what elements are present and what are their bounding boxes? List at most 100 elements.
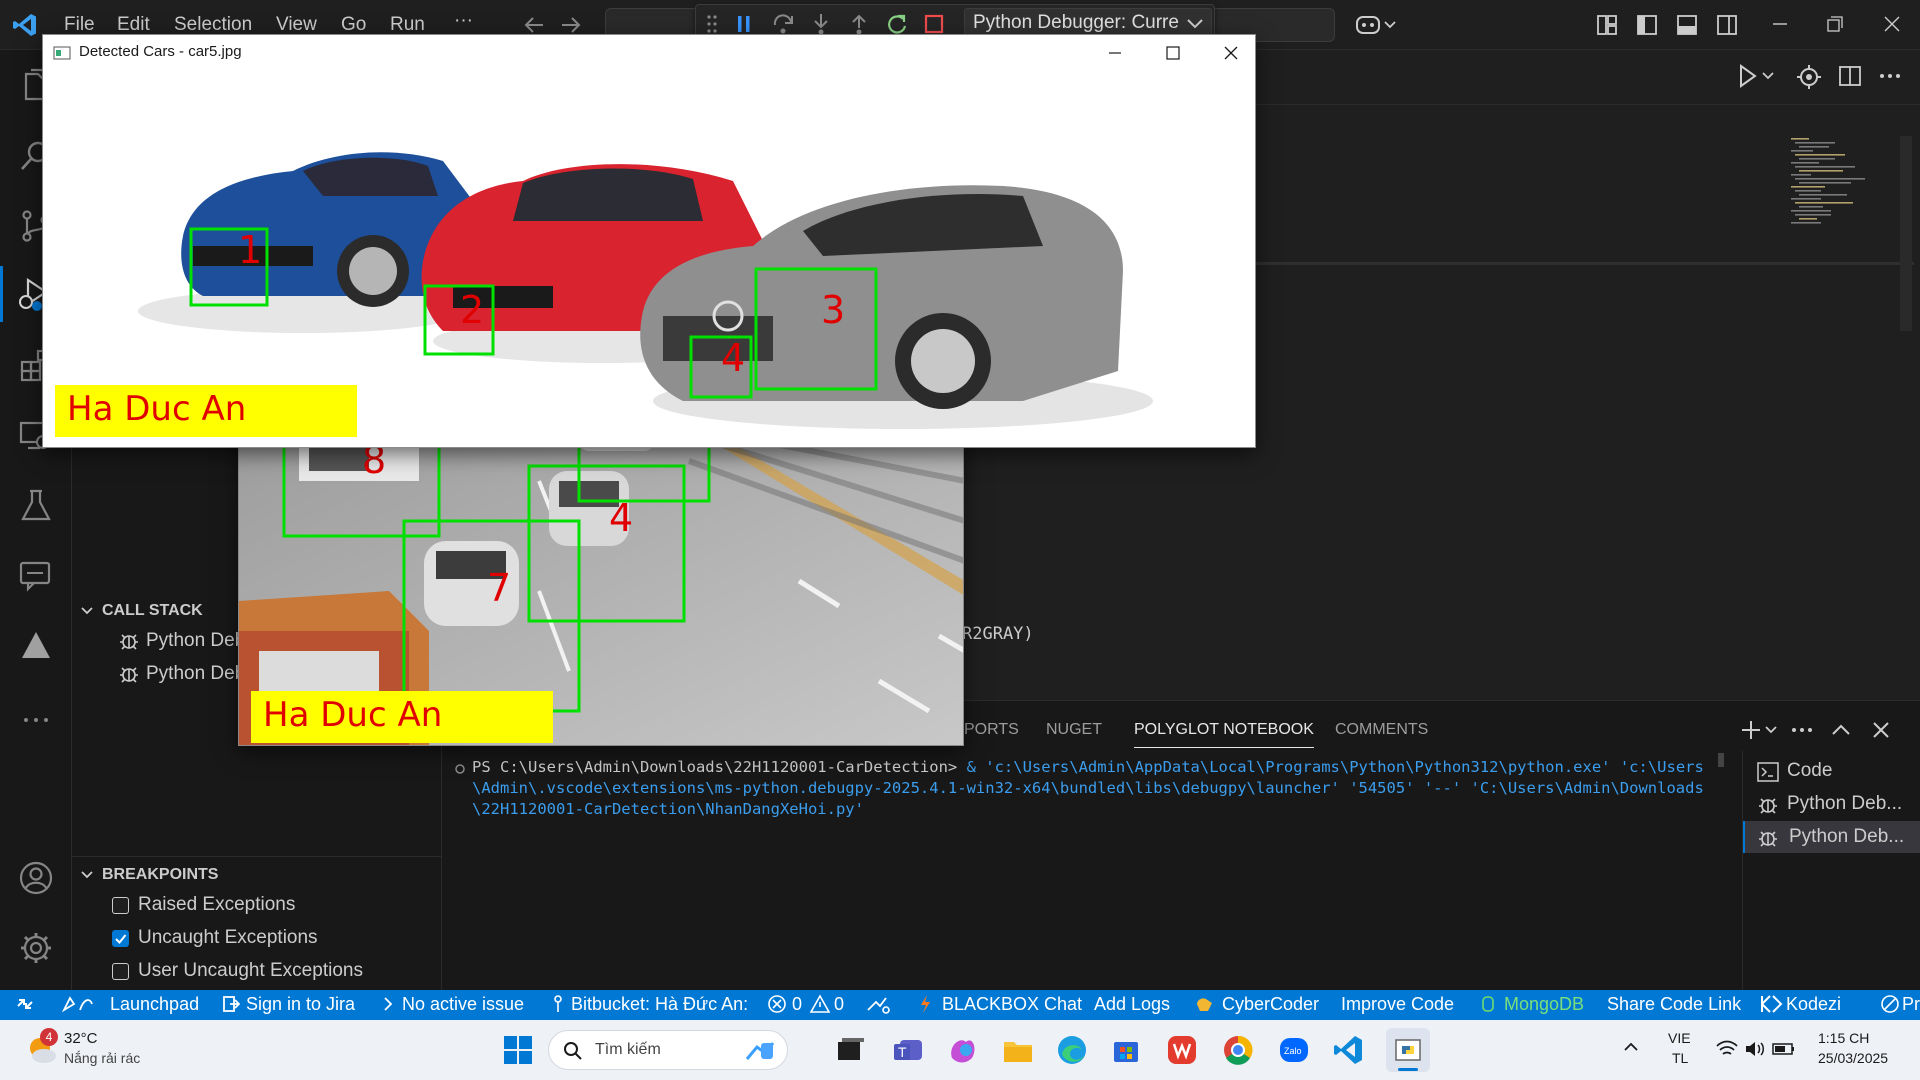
split-editor-icon[interactable] xyxy=(1838,64,1862,88)
cybercoder[interactable]: CyberCoder xyxy=(1222,994,1319,1015)
stop-icon[interactable] xyxy=(924,14,944,34)
launchpad-icon[interactable] xyxy=(62,994,102,1014)
store-icon[interactable] xyxy=(1110,1034,1142,1066)
zalo-icon[interactable]: Zalo xyxy=(1278,1034,1310,1066)
nav-back-icon[interactable] xyxy=(523,14,545,36)
warning-count[interactable]: 0 xyxy=(834,994,844,1015)
weather-temp[interactable]: 32°C xyxy=(64,1030,98,1047)
detection-window-highway[interactable]: 8 4 7 5 Ha Duc An xyxy=(238,420,964,746)
customize-layout-icon[interactable] xyxy=(1596,14,1618,36)
scrollbar-thumb[interactable] xyxy=(1900,136,1912,331)
volume-icon[interactable] xyxy=(1744,1040,1766,1058)
issue-status[interactable]: No active issue xyxy=(402,994,524,1015)
terminal-item-code[interactable]: Code xyxy=(1743,755,1920,787)
maximize-panel-icon[interactable] xyxy=(1830,719,1852,741)
toggle-panel-icon[interactable] xyxy=(1676,14,1698,36)
restart-icon[interactable] xyxy=(886,13,908,35)
menu-go[interactable]: Go xyxy=(341,14,366,36)
tab-nuget[interactable]: NUGET xyxy=(1046,721,1102,739)
minimap[interactable] xyxy=(1787,136,1879,226)
accounts-icon[interactable] xyxy=(18,860,54,896)
step-over-icon[interactable] xyxy=(772,13,796,35)
weather-icon[interactable]: 4 xyxy=(24,1028,60,1068)
drag-handle-icon[interactable] xyxy=(706,14,718,34)
menu-edit[interactable]: Edit xyxy=(117,14,150,36)
testing-icon[interactable] xyxy=(18,488,54,524)
toggle-sidebar-icon[interactable] xyxy=(1636,14,1658,36)
toggle-secondary-sidebar-icon[interactable] xyxy=(1716,14,1738,36)
pause-icon[interactable] xyxy=(734,14,754,34)
breakpoint-user-uncaught-exceptions[interactable]: User Uncaught Exceptions xyxy=(110,956,363,986)
tray-chevron-up-icon[interactable] xyxy=(1622,1038,1640,1056)
add-logs[interactable]: Add Logs xyxy=(1094,994,1170,1015)
checkbox[interactable] xyxy=(112,897,129,914)
close-window-icon[interactable] xyxy=(1882,14,1902,34)
weather-desc[interactable]: Nắng rải rác xyxy=(64,1050,140,1066)
terminal-item-python-debug[interactable]: Python Deb... xyxy=(1743,788,1920,820)
python-window-button[interactable] xyxy=(1386,1028,1430,1072)
call-stack-item[interactable]: Python Deb xyxy=(116,659,245,689)
improve-code[interactable]: Improve Code xyxy=(1341,994,1454,1015)
menu-selection[interactable]: Selection xyxy=(174,14,252,36)
breakpoints-header[interactable]: BREAKPOINTS xyxy=(72,860,442,890)
breakpoint-uncaught-exceptions[interactable]: Uncaught Exceptions xyxy=(110,923,318,953)
restore-icon[interactable] xyxy=(1825,14,1845,34)
error-count[interactable]: 0 xyxy=(792,994,802,1015)
battery-icon[interactable] xyxy=(1772,1040,1796,1058)
breakpoint-raised-exceptions[interactable]: Raised Exceptions xyxy=(110,890,295,920)
tab-comments[interactable]: COMMENTS xyxy=(1335,721,1428,739)
maximize-icon[interactable] xyxy=(1163,43,1183,63)
lang-bottom[interactable]: TL xyxy=(1672,1050,1688,1066)
copilot-app-icon[interactable] xyxy=(946,1034,978,1066)
windows-start-icon[interactable] xyxy=(502,1034,534,1066)
blackbox-icon[interactable] xyxy=(918,994,932,1014)
copilot-icon[interactable] xyxy=(1355,12,1397,38)
terminal-scrollbar[interactable] xyxy=(1718,753,1724,767)
step-into-icon[interactable] xyxy=(810,13,832,35)
step-out-icon[interactable] xyxy=(848,13,870,35)
task-view-icon[interactable] xyxy=(834,1034,866,1066)
panel-more-icon[interactable] xyxy=(1790,721,1814,739)
extension-triangle-icon[interactable] xyxy=(18,628,54,664)
jira-status[interactable]: Sign in to Jira xyxy=(246,994,355,1015)
teams-icon[interactable]: T xyxy=(892,1034,924,1066)
edge-icon[interactable] xyxy=(1056,1034,1088,1066)
clock-date[interactable]: 25/03/2025 xyxy=(1818,1050,1888,1066)
wps-office-icon[interactable] xyxy=(1166,1034,1198,1066)
checkbox[interactable] xyxy=(112,963,129,980)
jira-icon[interactable] xyxy=(222,994,240,1014)
overflow-status[interactable]: Pr xyxy=(1902,994,1920,1015)
lang-top[interactable]: VIE xyxy=(1668,1030,1691,1046)
kodezi-status[interactable]: Kodezi xyxy=(1786,994,1841,1015)
debug-target-icon[interactable] xyxy=(1796,64,1822,90)
menu-more[interactable]: ··· xyxy=(454,10,473,32)
more-actions-icon[interactable] xyxy=(1878,66,1902,86)
menu-run[interactable]: Run xyxy=(390,14,425,36)
error-icon[interactable] xyxy=(767,994,787,1014)
chat-icon[interactable] xyxy=(18,558,54,594)
bitbucket-status[interactable]: Bitbucket: Hà Đức An: xyxy=(571,994,748,1015)
mongodb-icon[interactable] xyxy=(1480,994,1496,1014)
taskbar-search[interactable]: Tìm kiếm xyxy=(548,1030,788,1070)
minimize-icon[interactable] xyxy=(1770,14,1790,34)
chevron-down-icon[interactable] xyxy=(1186,17,1204,31)
new-terminal-icon[interactable] xyxy=(1742,719,1778,741)
tab-ports[interactable]: PORTS xyxy=(964,721,1019,739)
bitbucket-icon[interactable] xyxy=(551,994,565,1014)
chrome-icon[interactable] xyxy=(1222,1034,1254,1066)
run-python-file-icon[interactable] xyxy=(1737,62,1777,90)
detection-window-car5[interactable]: Detected Cars - car5.jpg 1 2 3 4 Ha Duc … xyxy=(42,34,1256,448)
kodezi-icon[interactable] xyxy=(1760,994,1784,1014)
close-panel-icon[interactable] xyxy=(1870,719,1892,741)
share-code-link[interactable]: Share Code Link xyxy=(1607,994,1741,1015)
blackbox-chat[interactable]: BLACKBOX Chat xyxy=(942,994,1082,1015)
minimize-icon[interactable] xyxy=(1105,43,1125,63)
menu-file[interactable]: File xyxy=(64,14,95,36)
call-stack-item[interactable]: Python Deb xyxy=(116,626,245,656)
more-views-icon[interactable] xyxy=(18,702,54,738)
warning-icon[interactable] xyxy=(810,994,830,1014)
checkbox[interactable] xyxy=(112,930,129,947)
wifi-icon[interactable] xyxy=(1716,1040,1738,1058)
launchpad-status[interactable]: Launchpad xyxy=(110,994,199,1015)
clock-time[interactable]: 1:15 CH xyxy=(1818,1030,1869,1046)
